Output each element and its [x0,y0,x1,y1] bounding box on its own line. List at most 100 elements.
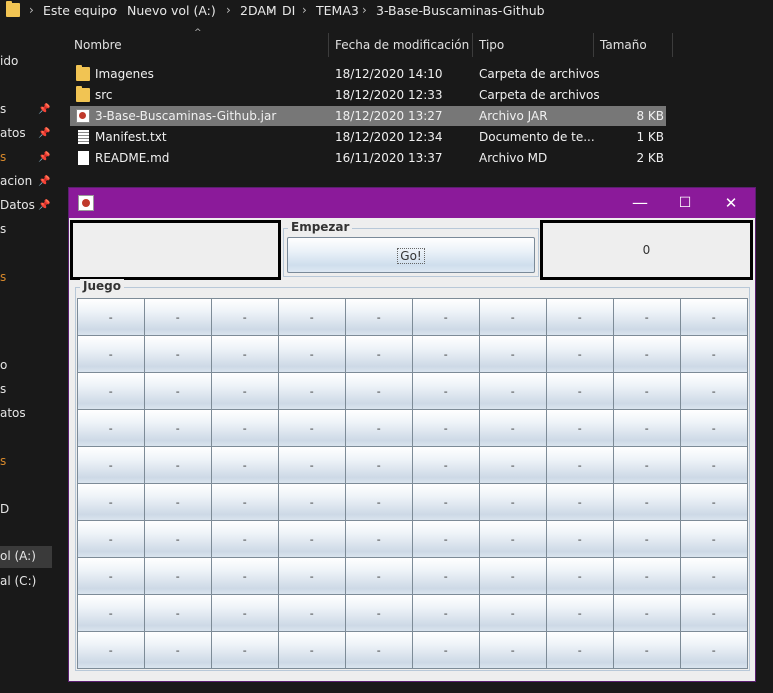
mine-cell-button[interactable]: - [613,446,681,484]
mine-cell-button[interactable]: - [546,631,614,669]
mine-cell-button[interactable]: - [345,335,413,373]
file-row[interactable]: src 18/12/2020 12:33 Carpeta de archivos [70,85,666,105]
mine-cell-button[interactable]: - [680,483,748,521]
mine-cell-button[interactable]: - [345,594,413,632]
mine-cell-button[interactable]: - [680,372,748,410]
mine-cell-button[interactable]: - [613,409,681,447]
column-header-type[interactable]: Tipo [479,38,504,52]
address-bar[interactable]: › Este equipo › Nuevo vol (A:) › 2DAM › … [0,0,773,24]
mine-cell-button[interactable]: - [345,557,413,595]
nav-item[interactable]: atos [0,406,26,420]
breadcrumb-item[interactable]: TEMA3 [316,3,359,18]
file-row-selected[interactable]: 3-Base-Buscaminas-Github.jar 18/12/2020 … [70,106,666,126]
mine-cell-button[interactable]: - [613,631,681,669]
go-button[interactable]: Go! [287,237,535,273]
mine-cell-button[interactable]: - [613,298,681,336]
nav-item[interactable]: Datos [0,198,35,212]
mine-cell-button[interactable]: - [77,520,145,558]
mine-cell-button[interactable]: - [345,372,413,410]
mine-cell-button[interactable]: - [479,557,547,595]
mine-cell-button[interactable]: - [412,557,480,595]
column-divider[interactable] [328,33,329,57]
mine-cell-button[interactable]: - [479,520,547,558]
mine-cell-button[interactable]: - [412,631,480,669]
mine-cell-button[interactable]: - [680,446,748,484]
mine-cell-button[interactable]: - [211,631,279,669]
nav-item[interactable]: atos [0,126,26,140]
mine-cell-button[interactable]: - [479,335,547,373]
mine-cell-button[interactable]: - [278,594,346,632]
mine-cell-button[interactable]: - [144,631,212,669]
mine-cell-button[interactable]: - [278,372,346,410]
mine-cell-button[interactable]: - [680,594,748,632]
mine-cell-button[interactable]: - [211,594,279,632]
mine-cell-button[interactable]: - [680,631,748,669]
nav-item[interactable]: o [0,358,7,372]
breadcrumb-item[interactable]: Este equipo [43,3,117,18]
mine-cell-button[interactable]: - [278,557,346,595]
close-button[interactable]: ✕ [720,194,742,212]
nav-item[interactable]: acion [0,174,32,188]
mine-cell-button[interactable]: - [546,372,614,410]
nav-item[interactable]: s [0,454,6,468]
nav-item[interactable]: s [0,222,6,236]
mine-cell-button[interactable]: - [546,483,614,521]
mine-cell-button[interactable]: - [77,483,145,521]
mine-cell-button[interactable]: - [211,335,279,373]
mine-cell-button[interactable]: - [412,409,480,447]
nav-item[interactable]: s [0,150,6,164]
nav-item-selected[interactable]: ol (A:) [0,546,52,568]
mine-cell-button[interactable]: - [613,483,681,521]
mine-cell-button[interactable]: - [546,335,614,373]
mine-cell-button[interactable]: - [77,594,145,632]
mine-cell-button[interactable]: - [278,520,346,558]
nav-item[interactable]: s [0,270,6,284]
column-divider[interactable] [472,33,473,57]
mine-cell-button[interactable]: - [546,298,614,336]
mine-cell-button[interactable]: - [278,631,346,669]
mine-cell-button[interactable]: - [278,483,346,521]
mine-cell-button[interactable]: - [144,446,212,484]
mine-cell-button[interactable]: - [546,557,614,595]
mine-cell-button[interactable]: - [546,409,614,447]
mine-cell-button[interactable]: - [211,372,279,410]
mine-cell-button[interactable]: - [412,520,480,558]
nav-item[interactable]: D [0,502,9,516]
mine-cell-button[interactable]: - [479,483,547,521]
column-divider[interactable] [672,33,673,57]
mine-cell-button[interactable]: - [680,335,748,373]
mine-cell-button[interactable]: - [479,372,547,410]
nav-item[interactable]: s [0,102,6,116]
mine-cell-button[interactable]: - [278,335,346,373]
mine-cell-button[interactable]: - [144,409,212,447]
mine-cell-button[interactable]: - [479,298,547,336]
mine-cell-button[interactable]: - [412,446,480,484]
column-header-date[interactable]: Fecha de modificación [335,38,469,52]
mine-cell-button[interactable]: - [77,298,145,336]
mine-cell-button[interactable]: - [144,298,212,336]
mine-cell-button[interactable]: - [613,335,681,373]
mine-cell-button[interactable]: - [77,557,145,595]
mine-cell-button[interactable]: - [680,557,748,595]
mine-cell-button[interactable]: - [345,483,413,521]
mine-cell-button[interactable]: - [613,372,681,410]
mine-cell-button[interactable]: - [546,520,614,558]
mine-cell-button[interactable]: - [144,594,212,632]
mine-cell-button[interactable]: - [546,594,614,632]
mine-cell-button[interactable]: - [412,594,480,632]
minimize-button[interactable]: — [629,194,651,212]
file-row[interactable]: Imagenes 18/12/2020 14:10 Carpeta de arc… [70,64,666,84]
mine-cell-button[interactable]: - [77,446,145,484]
mine-cell-button[interactable]: - [412,298,480,336]
mine-cell-button[interactable]: - [412,483,480,521]
file-row[interactable]: Manifest.txt 18/12/2020 12:34 Documento … [70,127,666,147]
mine-cell-button[interactable]: - [144,372,212,410]
mine-cell-button[interactable]: - [211,409,279,447]
breadcrumb-item[interactable]: 3-Base-Buscaminas-Github [376,3,545,18]
mine-cell-button[interactable]: - [345,520,413,558]
mine-cell-button[interactable]: - [680,409,748,447]
mine-cell-button[interactable]: - [546,446,614,484]
mine-cell-button[interactable]: - [345,409,413,447]
mine-cell-button[interactable]: - [613,520,681,558]
mine-cell-button[interactable]: - [278,446,346,484]
